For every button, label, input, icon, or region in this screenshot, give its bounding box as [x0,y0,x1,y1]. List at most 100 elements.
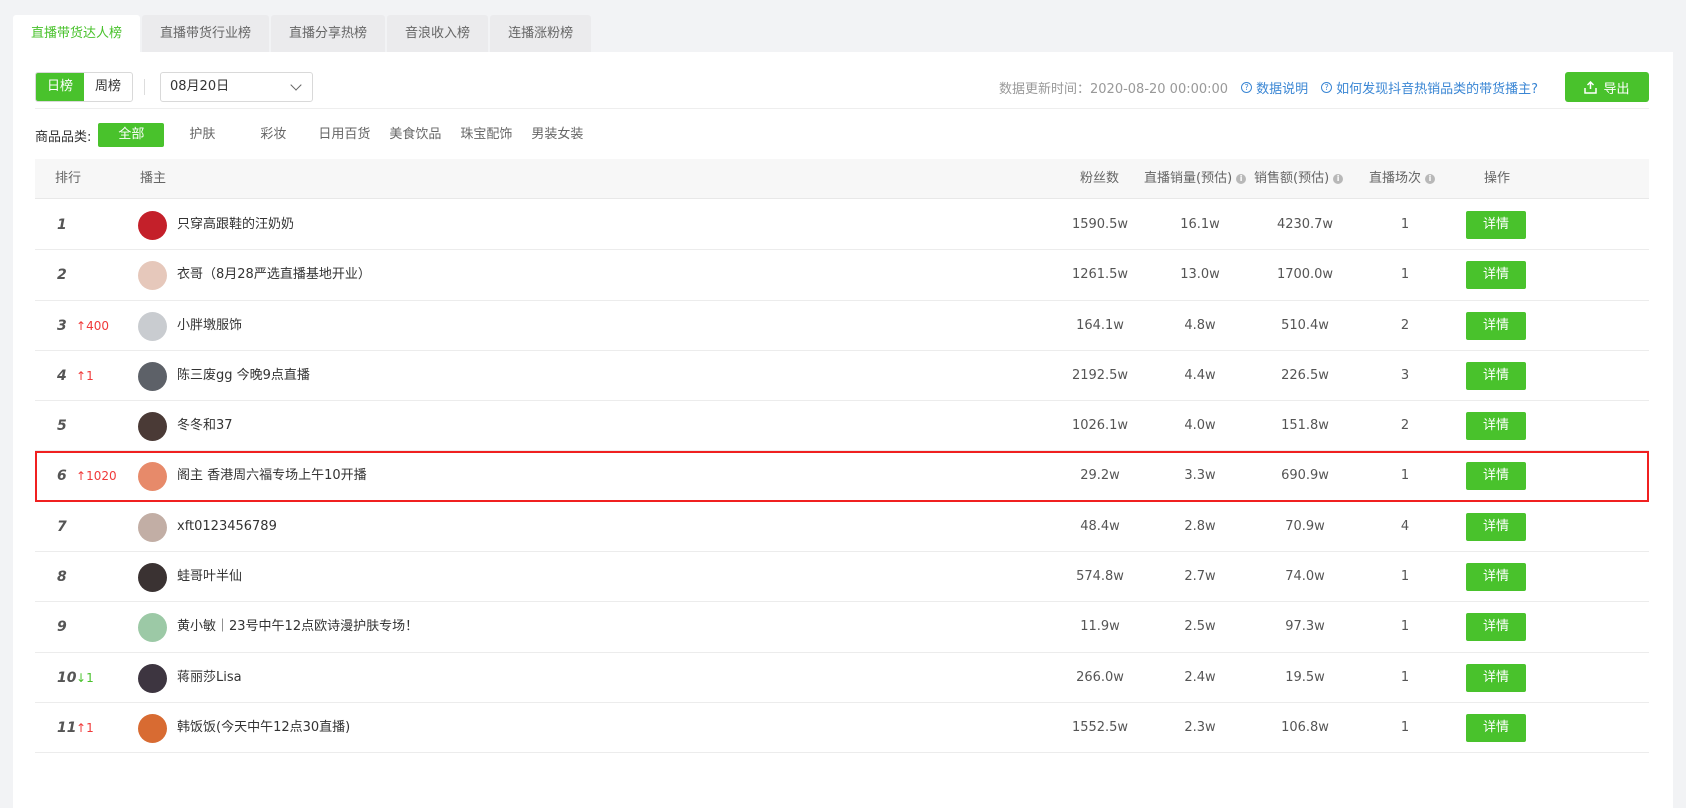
tab-3[interactable]: 音浪收入榜 [387,15,489,52]
date-select-value: 08月20日 [170,79,230,94]
detail-button[interactable]: 详情 [1466,412,1526,441]
detail-button[interactable]: 详情 [1466,713,1526,742]
table-row: 7 xft0123456789 48.4w 2.8w 70.9w 4 详情 [35,502,1649,553]
info-icon[interactable]: i [1333,174,1344,184]
fans-count: 266.0w [1076,669,1124,685]
sales-volume: 13.0w [1180,267,1220,283]
table-header: 排行 播主 粉丝数 直播销量(预估) i 销售额(预估) i 直播场次 i 操作 [35,159,1649,199]
tab-0[interactable]: 直播带货达人榜 [13,15,141,53]
tab-2[interactable]: 直播分享热榜 [271,15,386,52]
header-streamer: 播主 [140,171,167,186]
detail-button[interactable]: 详情 [1466,211,1526,239]
category-item[interactable]: 护肤 [169,123,235,147]
live-sessions: 2 [1400,317,1410,333]
how-to-label: 如何发现抖音热销品类的带货播主? [1336,81,1538,97]
how-to-link[interactable]: ? 如何发现抖音热销品类的带货播主? [1321,78,1538,97]
live-sessions: 1 [1400,217,1410,232]
sales-amount: 690.9w [1281,468,1329,484]
avatar[interactable] [138,412,167,442]
category-item[interactable]: 珠宝配饰 [453,123,519,147]
table-row: 9 黄小敏｜23号中午12点欧诗漫护肤专场！ 11.9w 2.5w 97.3w 1 详情 [35,602,1649,653]
export-icon [1584,80,1598,94]
streamer-name[interactable]: 阁主 香港周六福专场上午10开播 [177,451,367,501]
fans-count: 1552.5w [1071,719,1129,735]
avatar[interactable] [138,311,167,341]
data-explain-link[interactable]: ? 数据说明 [1241,78,1308,97]
tab-1[interactable]: 直播带货行业榜 [142,15,270,52]
sales-volume: 4.8w [1184,317,1216,333]
detail-button[interactable]: 详情 [1466,512,1526,541]
detail-button[interactable]: 详情 [1466,663,1526,692]
sales-volume: 16.1w [1180,217,1220,232]
table-row: 8 蛙哥叶半仙 574.8w 2.7w 74.0w 1 详情 [35,552,1649,603]
live-sessions: 3 [1400,367,1410,383]
table-row: 11 ↑1 韩饭饭(今天中午12点30直播) 1552.5w 2.3w 106.8w 1 详情 [35,703,1649,754]
table-row: 1 只穿高跟鞋的汪奶奶 1590.5w 16.1w 4230.7w 1 详情 [35,200,1649,251]
sales-amount: 74.0w [1285,569,1325,585]
category-item[interactable]: 彩妆 [240,123,306,147]
avatar[interactable] [138,211,167,240]
live-sessions: 1 [1400,569,1410,585]
detail-button[interactable]: 详情 [1466,361,1526,390]
info-icon[interactable]: i [1425,174,1436,184]
ranking-table-body: 1 只穿高跟鞋的汪奶奶 1590.5w 16.1w 4230.7w 1 详情 2 衣哥（8月28… [35,200,1649,754]
category-item[interactable]: 日用百货 [311,123,377,147]
streamer-name[interactable]: 冬冬和37 [177,401,233,451]
category-item[interactable]: 全部 [98,123,165,147]
live-sessions: 1 [1400,719,1410,735]
detail-button[interactable]: 详情 [1466,261,1526,290]
header-amount: 销售额(预估) i [1254,159,1344,199]
fans-count: 1261.5w [1071,267,1129,283]
avatar[interactable] [138,663,167,693]
avatar[interactable] [138,713,167,743]
rank-number: 4 [57,367,67,384]
avatar[interactable] [138,261,167,291]
streamer-name[interactable]: 黄小敏｜23号中午12点欧诗漫护肤专场！ [177,602,418,652]
detail-button[interactable]: 详情 [1466,311,1526,340]
avatar[interactable] [138,512,167,542]
table-row: 6 ↑1020 阁主 香港周六福专场上午10开播 29.2w 3.3w 690.9w 1 详情 [35,451,1649,502]
detail-button[interactable]: 详情 [1466,613,1526,642]
category-item[interactable]: 美食饮品 [382,123,448,147]
streamer-name[interactable]: 蒋丽莎Lisa [177,653,242,703]
streamer-name[interactable]: 陈三废gg 今晚9点直播 [177,351,310,401]
export-button[interactable]: 导出 [1565,72,1649,102]
fans-count: 11.9w [1080,619,1120,635]
table-row: 4 ↑1 陈三废gg 今晚9点直播 2192.5w 4.4w 226.5w 3 详情 [35,351,1649,402]
detail-button[interactable]: 详情 [1466,563,1526,592]
sales-volume: 2.8w [1184,518,1216,534]
live-sessions: 1 [1400,468,1410,484]
streamer-name[interactable]: xft0123456789 [177,502,277,552]
avatar[interactable] [138,613,167,643]
live-sessions: 1 [1400,267,1410,283]
streamer-name[interactable]: 衣哥（8月28严选直播基地开业） [177,250,371,300]
header-sales: 直播销量(预估) i [1144,159,1247,199]
detail-button[interactable]: 详情 [1466,462,1526,491]
update-time: 数据更新时间：2020-08-20 00:00:00 [999,81,1229,97]
rank-number: 7 [57,518,67,535]
weekly-rank-button[interactable]: 周榜 [84,73,132,101]
rank-number: 11 [57,719,77,736]
streamer-name[interactable]: 韩饭饭(今天中午12点30直播) [177,703,350,753]
avatar[interactable] [138,462,167,492]
fans-count: 574.8w [1076,569,1124,585]
fans-count: 1026.1w [1071,418,1129,434]
daily-rank-button[interactable]: 日榜 [36,73,84,101]
chevron-down-icon [290,79,302,91]
date-select[interactable]: 08月20日 [160,72,313,102]
category-item[interactable]: 男装女装 [524,123,590,147]
tab-4[interactable]: 连播涨粉榜 [490,15,592,52]
arrow-up-icon: ↑ [76,720,87,735]
streamer-name[interactable]: 小胖墩服饰 [177,301,242,351]
rank-change-value: 400 [86,318,109,333]
info-icon[interactable]: i [1236,174,1247,184]
streamer-name[interactable]: 蛙哥叶半仙 [177,552,242,602]
sales-volume: 3.3w [1184,468,1216,484]
streamer-name[interactable]: 只穿高跟鞋的汪奶奶 [177,200,294,250]
rank-change: ↑1020 [76,451,117,501]
avatar[interactable] [138,361,167,391]
rank-change: ↑400 [76,301,109,351]
rank-number: 1 [57,217,67,233]
avatar[interactable] [138,563,167,593]
sales-amount: 510.4w [1281,317,1329,333]
